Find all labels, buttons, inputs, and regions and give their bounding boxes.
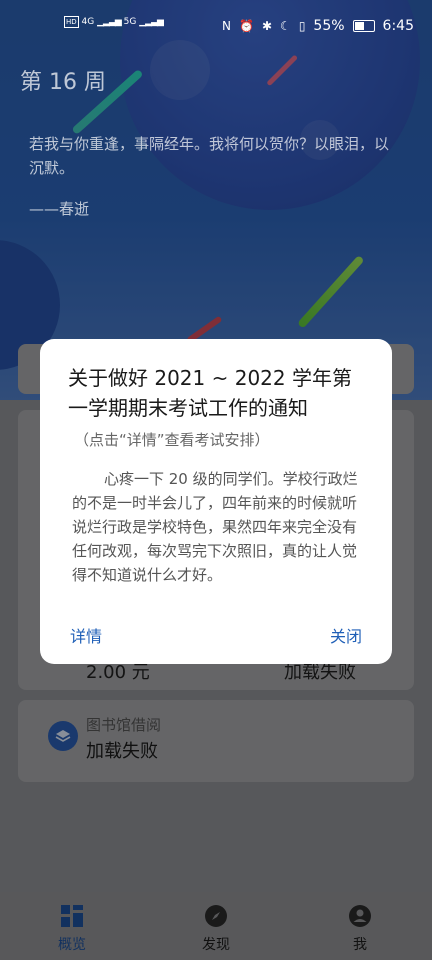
status-bar: HD 4G ▁▂▃▅ 5G ▁▂▃▅ N ⏰ ✱ ☾ ▯ 55% 6:45	[0, 0, 432, 56]
bluetooth-icon: ✱	[261, 19, 273, 33]
battery-percent: 55%	[313, 18, 345, 34]
week-label: 第 16 周	[20, 70, 106, 95]
dialog-subtitle: （点击“详情”查看考试安排）	[74, 431, 270, 449]
signal-indicators: HD 4G ▁▂▃▅ 5G ▁▂▃▅	[64, 16, 164, 28]
status-right: N ⏰ ✱ ☾ ▯ 55% 6:45	[222, 18, 414, 34]
close-button[interactable]: 关闭	[330, 623, 362, 647]
vibrate-icon: ▯	[298, 19, 306, 33]
network-label: 4G	[81, 17, 95, 27]
notice-dialog: 关于做好 2021 ~ 2022 学年第一学期期末考试工作的通知 （点击“详情”…	[40, 339, 392, 664]
battery-icon	[352, 20, 375, 32]
alarm-icon: ⏰	[239, 19, 254, 33]
daily-quote: 若我与你重逢，事隔经年。我将何以贺你？以眼泪，以沉默。	[29, 135, 390, 177]
dialog-body: 心疼一下 20 级的同学们。学校行政烂的不是一时半会儿了，四年前来的时候就听说烂…	[72, 470, 358, 584]
quote-author: ——春逝	[29, 200, 90, 218]
moon-icon: ☾	[280, 19, 291, 33]
nfc-icon: N	[222, 19, 232, 33]
details-button[interactable]: 详情	[70, 623, 102, 647]
network-label: 5G	[123, 17, 137, 27]
dialog-title: 关于做好 2021 ~ 2022 学年第一学期期末考试工作的通知	[68, 366, 352, 420]
clock: 6:45	[382, 18, 414, 34]
